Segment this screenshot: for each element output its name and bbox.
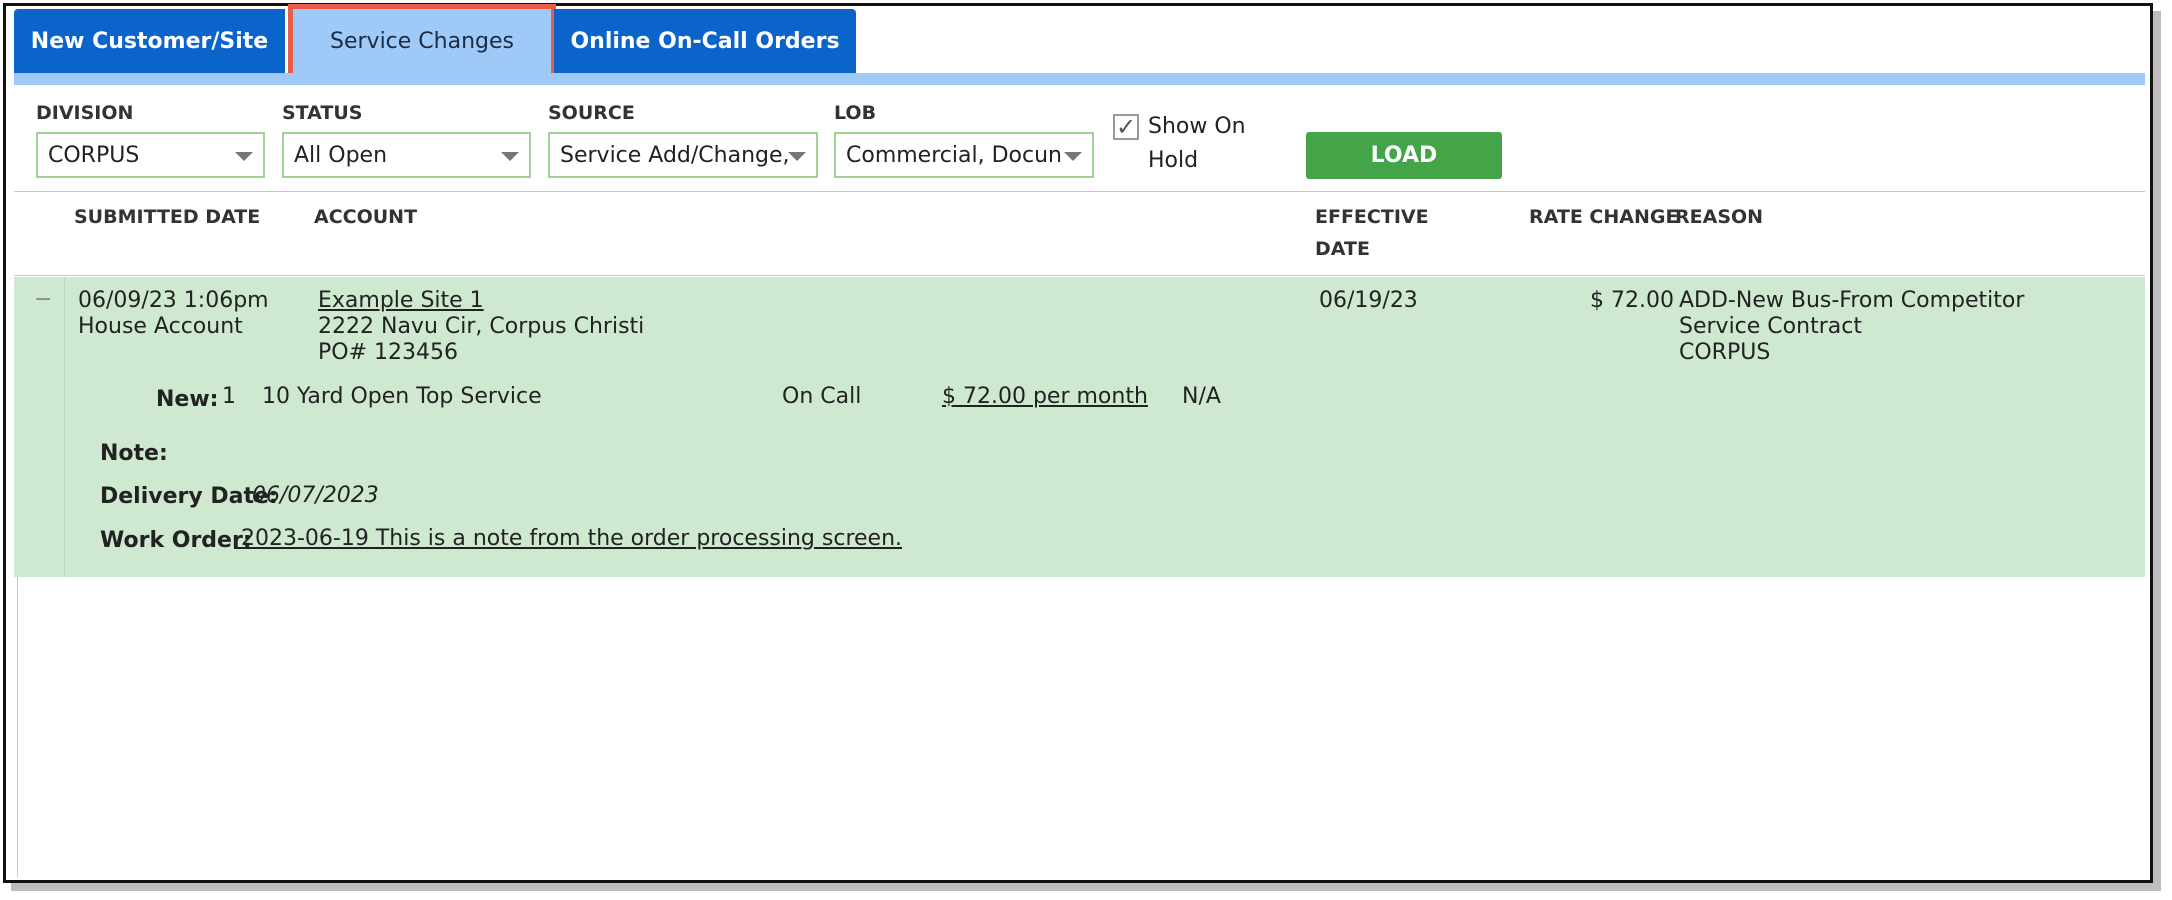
work-order-link[interactable]: 2023-06-19 This is a note from the order… bbox=[234, 526, 902, 552]
division-value: CORPUS bbox=[48, 142, 140, 168]
tab-service-changes[interactable]: Service Changes bbox=[288, 4, 556, 79]
delivery-date-value: 06/07/2023 bbox=[252, 483, 379, 508]
note-label: Note: bbox=[100, 441, 168, 466]
lob-label: LOB bbox=[834, 102, 877, 124]
checkmark-icon: ✓ bbox=[1115, 113, 1137, 141]
source-label: SOURCE bbox=[548, 102, 635, 124]
col-effective-date: EFFECTIVE DATE bbox=[1315, 206, 1429, 260]
service-frequency: On Call bbox=[782, 384, 862, 409]
content-left-border bbox=[17, 577, 18, 877]
chevron-down-icon bbox=[1064, 152, 1082, 161]
source-select[interactable]: Service Add/Change, bbox=[548, 132, 818, 178]
header-divider bbox=[14, 275, 2145, 276]
account-po: PO# 123456 bbox=[318, 340, 458, 365]
reason-line-1: ADD-New Bus-From Competitor bbox=[1679, 288, 2025, 313]
effective-date: 06/19/23 bbox=[1319, 288, 1418, 313]
service-description: 10 Yard Open Top Service bbox=[262, 384, 542, 409]
collapse-icon[interactable]: − bbox=[34, 287, 52, 312]
show-on-hold-label: Show On Hold bbox=[1148, 114, 1246, 173]
account-link[interactable]: Example Site 1 bbox=[318, 288, 484, 314]
rate-change: $ 72.00 bbox=[1590, 288, 1674, 313]
status-value: All Open bbox=[294, 142, 388, 168]
tab-new-customer-site[interactable]: New Customer/Site bbox=[14, 9, 285, 74]
tab-underline-bar bbox=[14, 73, 2145, 85]
chevron-down-icon bbox=[235, 152, 253, 161]
service-extra: N/A bbox=[1182, 384, 1221, 409]
chevron-down-icon bbox=[501, 152, 519, 161]
chevron-down-icon bbox=[788, 152, 806, 161]
table-row: − 06/09/23 1:06pm House Account Example … bbox=[14, 277, 2145, 577]
col-submitted-date: SUBMITTED DATE bbox=[74, 206, 261, 228]
col-account: ACCOUNT bbox=[314, 206, 418, 228]
division-label: DIVISION bbox=[36, 102, 134, 124]
reason-line-2: Service Contract bbox=[1679, 314, 1862, 339]
account-address: 2222 Navu Cir, Corpus Christi bbox=[318, 314, 645, 339]
submitted-date: 06/09/23 1:06pm bbox=[78, 288, 269, 313]
filter-bar: DIVISION CORPUS STATUS All Open SOURCE S… bbox=[14, 85, 2145, 192]
service-qty: 1 bbox=[222, 384, 236, 409]
reason-line-3: CORPUS bbox=[1679, 340, 1771, 365]
tab-online-on-call-orders[interactable]: Online On-Call Orders bbox=[554, 9, 856, 74]
load-button[interactable]: LOAD bbox=[1306, 132, 1502, 179]
division-select[interactable]: CORPUS bbox=[36, 132, 265, 178]
row-gutter: − bbox=[14, 277, 65, 577]
status-label: STATUS bbox=[282, 102, 363, 124]
service-price-link[interactable]: $ 72.00 per month bbox=[942, 384, 1148, 410]
lob-value: Commercial, Docun bbox=[846, 142, 1062, 168]
service-new-label: New: bbox=[156, 387, 219, 412]
show-on-hold-checkbox[interactable]: ✓ bbox=[1113, 113, 1139, 141]
work-order-label: Work Order: bbox=[100, 528, 252, 553]
col-rate-change: RATE CHANGE bbox=[1529, 206, 1679, 228]
house-account: House Account bbox=[78, 314, 243, 339]
lob-select[interactable]: Commercial, Docun bbox=[834, 132, 1094, 178]
col-reason: REASON bbox=[1675, 206, 1764, 228]
status-select[interactable]: All Open bbox=[282, 132, 531, 178]
source-value: Service Add/Change, bbox=[560, 142, 790, 168]
